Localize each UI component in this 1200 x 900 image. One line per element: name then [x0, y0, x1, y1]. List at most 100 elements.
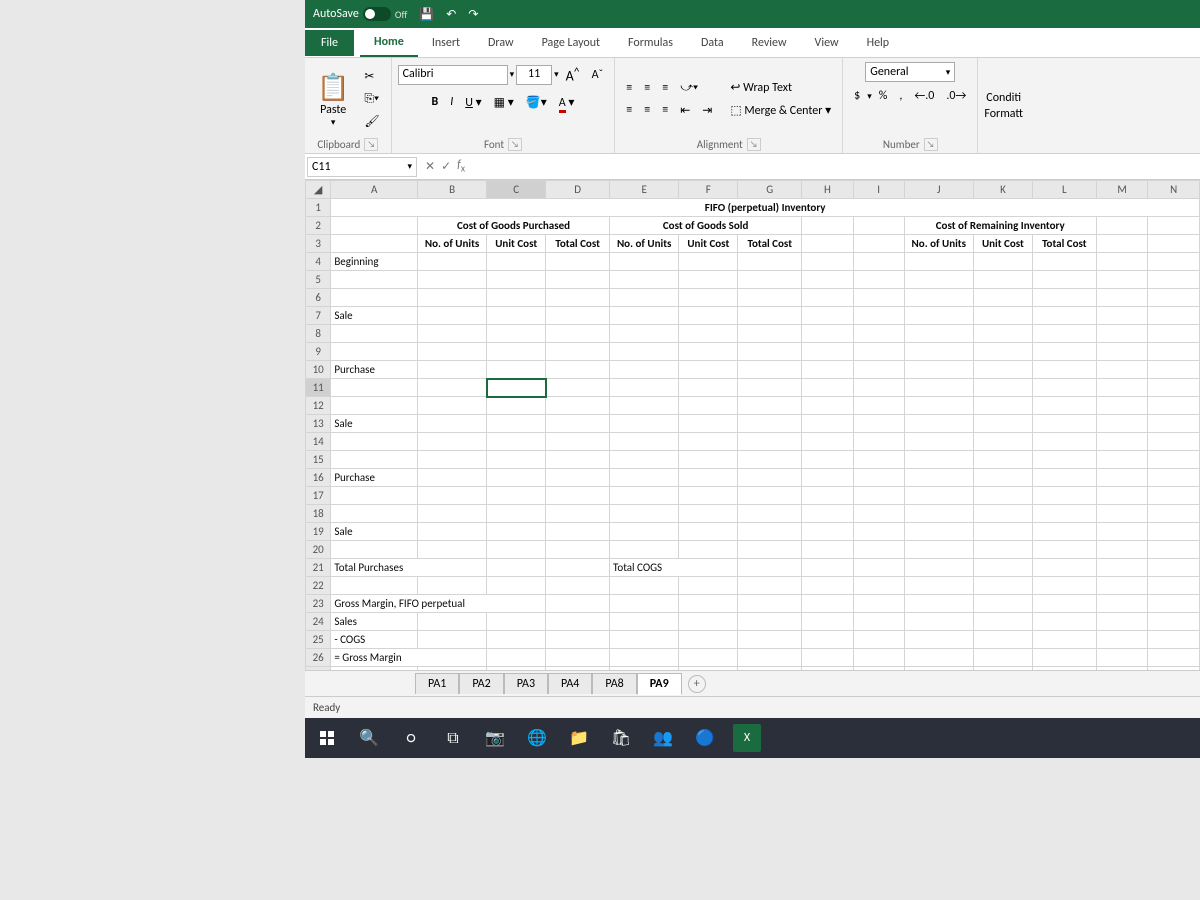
tab-draw[interactable]: Draw [474, 30, 528, 56]
orientation-icon[interactable]: ⤻▾ [675, 78, 703, 98]
cell[interactable]: Gross Margin, FIFO perpetual [331, 595, 546, 613]
row-10[interactable]: 10 [306, 361, 331, 379]
cancel-icon[interactable]: ✕ [425, 159, 435, 174]
fx-icon[interactable]: fx [457, 158, 465, 174]
col-M[interactable]: M [1096, 181, 1148, 199]
currency-button[interactable]: $ [849, 86, 865, 106]
shrink-font-button[interactable]: Aˇ [587, 65, 609, 85]
col-H[interactable]: H [802, 181, 853, 199]
col-K[interactable]: K [973, 181, 1032, 199]
row-1[interactable]: 1 [306, 199, 331, 217]
tab-page-layout[interactable]: Page Layout [528, 30, 614, 56]
paste-button[interactable]: 📋 Paste ▾ [311, 69, 355, 130]
col-G[interactable]: G [738, 181, 802, 199]
grow-font-button[interactable]: A^ [561, 62, 585, 88]
cell[interactable]: Sales [331, 613, 418, 631]
tab-help[interactable]: Help [853, 30, 904, 56]
number-dialog-icon[interactable]: ↘ [924, 138, 938, 151]
cell[interactable]: Beginning [331, 253, 418, 271]
cell[interactable]: Total COGS [610, 559, 738, 577]
row-23[interactable]: 23 [306, 595, 331, 613]
sheet-tab-pa1[interactable]: PA1 [415, 673, 459, 694]
row-12[interactable]: 12 [306, 397, 331, 415]
cell[interactable]: Cost of Goods Sold [610, 217, 802, 235]
tab-home[interactable]: Home [360, 29, 418, 57]
sheet-tab-pa3[interactable]: PA3 [504, 673, 548, 694]
row-4[interactable]: 4 [306, 253, 331, 271]
row-8[interactable]: 8 [306, 325, 331, 343]
align-center-icon[interactable]: ≡ [639, 100, 655, 120]
chevron-down-icon[interactable]: ▾ [510, 69, 515, 80]
col-I[interactable]: I [853, 181, 904, 199]
sheet-tab-pa9[interactable]: PA9 [637, 673, 682, 695]
fill-color-button[interactable]: 🪣▾ [521, 92, 552, 113]
align-left-icon[interactable]: ≡ [621, 100, 637, 120]
indent-dec-icon[interactable]: ⇤ [675, 100, 695, 121]
merge-center-button[interactable]: ⬚ Merge & Center ▾ [725, 100, 836, 121]
bold-button[interactable]: B [426, 92, 443, 112]
cell[interactable]: Total Purchases [331, 559, 487, 577]
cell[interactable]: Purchase [331, 361, 418, 379]
row-24[interactable]: 24 [306, 613, 331, 631]
tab-review[interactable]: Review [738, 30, 801, 56]
font-dialog-icon[interactable]: ↘ [508, 138, 522, 151]
cell-C11[interactable] [487, 379, 546, 397]
store-icon[interactable]: 🛍 [607, 724, 635, 752]
cell[interactable]: Cost of Goods Purchased [417, 217, 609, 235]
teams-icon[interactable]: 👥 [649, 724, 677, 752]
row-22[interactable]: 22 [306, 577, 331, 595]
name-box[interactable]: C11▾ [307, 157, 417, 177]
row-9[interactable]: 9 [306, 343, 331, 361]
italic-button[interactable]: I [445, 92, 458, 112]
cell[interactable]: No. of Units [417, 235, 486, 253]
col-D[interactable]: D [546, 181, 610, 199]
cell[interactable]: Unit Cost [487, 235, 546, 253]
worksheet-grid[interactable]: ◢ A B C D E F G H I J K L M N 1FIFO (per… [305, 180, 1200, 670]
select-all[interactable]: ◢ [306, 181, 331, 199]
copy-icon[interactable]: ⎘▾ [359, 89, 384, 109]
start-button[interactable] [313, 724, 341, 752]
cell[interactable]: Cost of Remaining Inventory [904, 217, 1096, 235]
cell[interactable]: No. of Units [610, 235, 679, 253]
col-A[interactable]: A [331, 181, 418, 199]
row-6[interactable]: 6 [306, 289, 331, 307]
tab-file[interactable]: File [305, 30, 354, 56]
row-14[interactable]: 14 [306, 433, 331, 451]
font-name-select[interactable]: Calibri [398, 65, 508, 85]
row-25[interactable]: 25 [306, 631, 331, 649]
formula-input[interactable] [471, 156, 1200, 178]
autosave-toggle[interactable]: AutoSave Off [313, 7, 407, 21]
tab-insert[interactable]: Insert [418, 30, 474, 56]
cell[interactable]: Unit Cost [973, 235, 1032, 253]
cell[interactable]: Sale [331, 523, 418, 541]
borders-button[interactable]: ▦ ▾ [489, 92, 519, 113]
format-table-clip[interactable]: Formatt [984, 107, 1023, 121]
cell[interactable]: Sale [331, 307, 418, 325]
col-F[interactable]: F [679, 181, 738, 199]
toggle-switch[interactable] [363, 7, 391, 21]
excel-icon[interactable]: X [733, 724, 761, 752]
row-19[interactable]: 19 [306, 523, 331, 541]
number-format-select[interactable]: General▾ [865, 62, 955, 82]
cell[interactable]: Unit Cost [679, 235, 738, 253]
col-C[interactable]: C [487, 181, 546, 199]
row-21[interactable]: 21 [306, 559, 331, 577]
cell-title[interactable]: FIFO (perpetual) Inventory [331, 199, 1200, 217]
row-7[interactable]: 7 [306, 307, 331, 325]
cell[interactable]: Total Cost [1032, 235, 1096, 253]
edge-icon[interactable]: 🌐 [523, 724, 551, 752]
chevron-down-icon[interactable]: ▾ [554, 69, 559, 80]
cell[interactable]: No. of Units [904, 235, 973, 253]
sheet-tab-pa8[interactable]: PA8 [592, 673, 636, 694]
cortana-icon[interactable]: ○ [397, 724, 425, 752]
cell[interactable]: Total Cost [738, 235, 802, 253]
redo-icon[interactable]: ↷ [468, 7, 478, 22]
row-18[interactable]: 18 [306, 505, 331, 523]
cut-icon[interactable]: ✂ [359, 66, 384, 87]
row-26[interactable]: 26 [306, 649, 331, 667]
cell[interactable]: Sale [331, 415, 418, 433]
align-right-icon[interactable]: ≡ [657, 100, 673, 120]
row-16[interactable]: 16 [306, 469, 331, 487]
font-size-select[interactable]: 11 [516, 65, 552, 85]
col-J[interactable]: J [904, 181, 973, 199]
